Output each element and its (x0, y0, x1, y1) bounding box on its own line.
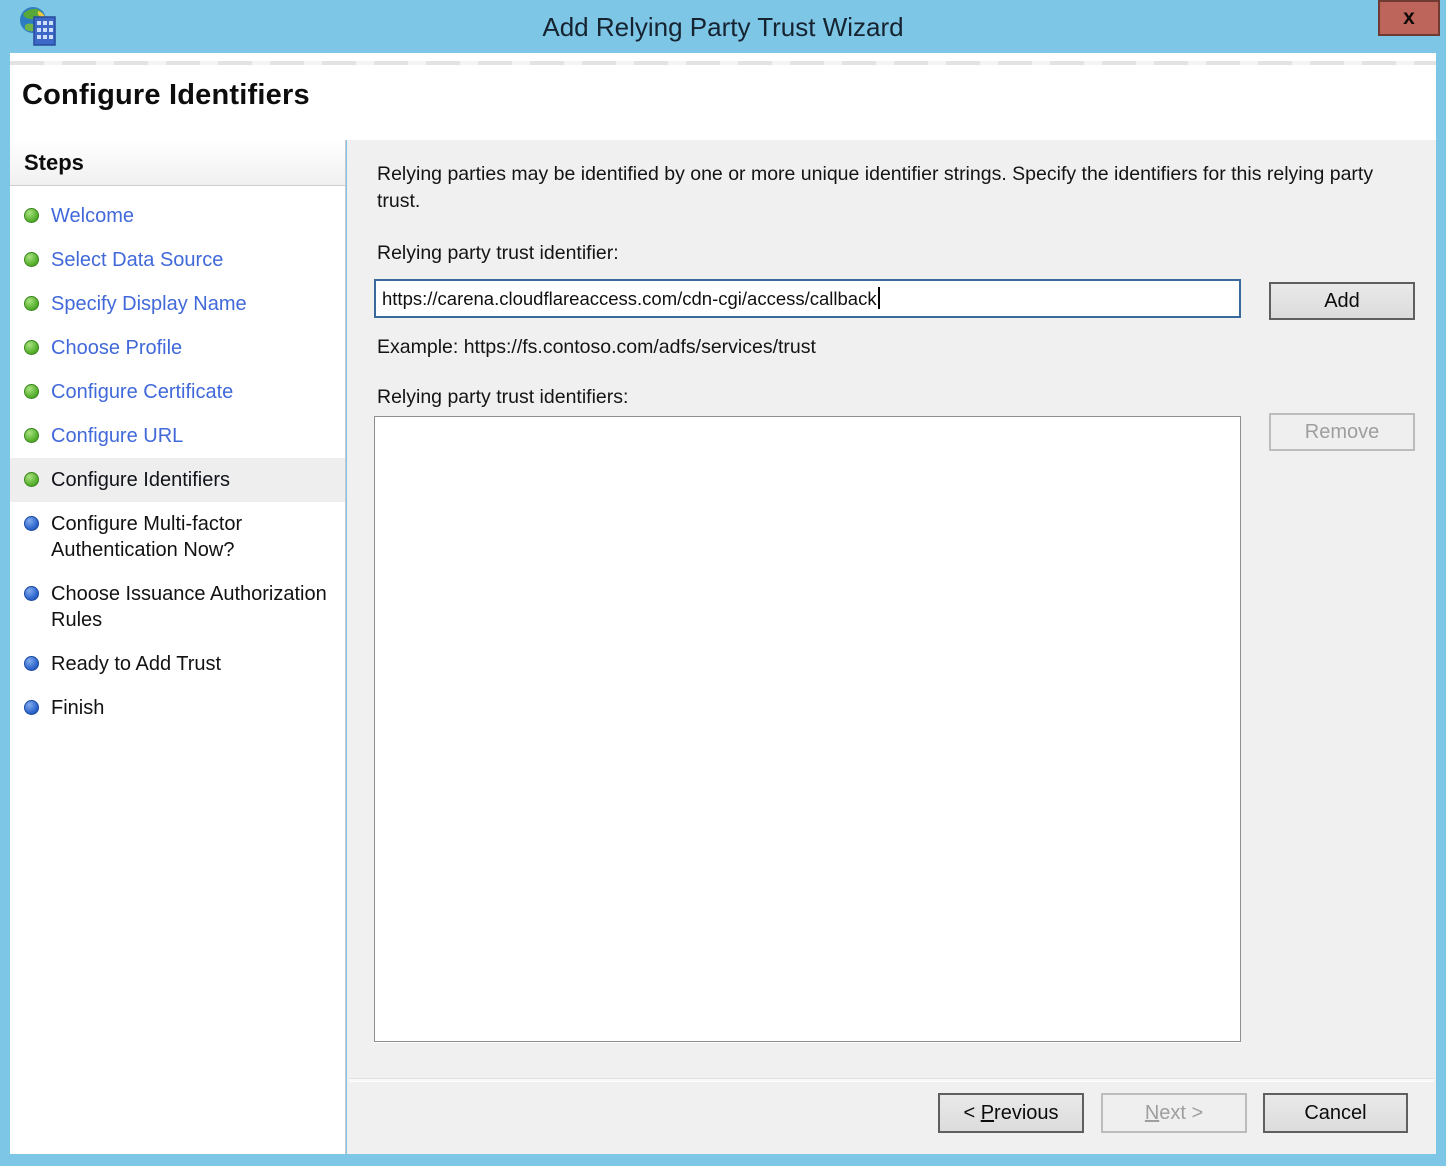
step-finish: Finish (10, 686, 345, 730)
window-titlebar[interactable]: Add Relying Party Trust Wizard x (0, 0, 1446, 53)
step-label: Configure URL (51, 423, 183, 449)
steps-list: Welcome Select Data Source Specify Displ… (10, 186, 345, 730)
identifiers-list-label: Relying party trust identifiers: (377, 386, 628, 409)
previous-button[interactable]: < Previous (938, 1093, 1084, 1133)
identifier-label: Relying party trust identifier: (377, 242, 619, 265)
step-configure-multi-factor-authentication-now: Configure Multi-factor Authentication No… (10, 502, 345, 572)
step-status-icon (24, 384, 39, 399)
step-label: Specify Display Name (51, 291, 247, 317)
wizard-window: Add Relying Party Trust Wizard x Configu… (0, 0, 1446, 1166)
step-label: Choose Issuance Authorization Rules (51, 581, 339, 633)
footer-separator (349, 1078, 1434, 1082)
step-label: Configure Identifiers (51, 467, 230, 493)
remove-button[interactable]: Remove (1269, 413, 1415, 451)
wizard-header: Configure Identifiers (10, 53, 1436, 140)
step-status-icon (24, 340, 39, 355)
step-configure-url: Configure URL (10, 414, 345, 458)
step-label: Welcome (51, 203, 134, 229)
step-status-icon (24, 656, 39, 671)
steps-sidebar: Steps Welcome Select Data Source Specify… (10, 140, 346, 1154)
step-status-icon (24, 586, 39, 601)
step-choose-profile: Choose Profile (10, 326, 345, 370)
wizard-body: Steps Welcome Select Data Source Specify… (10, 140, 1436, 1154)
step-welcome: Welcome (10, 194, 345, 238)
next-button[interactable]: Next > (1101, 1093, 1247, 1133)
add-button[interactable]: Add (1269, 282, 1415, 320)
step-status-icon (24, 700, 39, 715)
identifiers-listbox[interactable] (374, 416, 1241, 1042)
identifier-input[interactable]: https://carena.cloudflareaccess.com/cdn-… (374, 279, 1241, 318)
step-choose-issuance-authorization-rules: Choose Issuance Authorization Rules (10, 572, 345, 642)
main-panel: Relying parties may be identified by one… (347, 140, 1436, 1154)
step-select-data-source: Select Data Source (10, 238, 345, 282)
step-configure-identifiers: Configure Identifiers (10, 458, 345, 502)
cancel-button[interactable]: Cancel (1263, 1093, 1408, 1133)
text-caret (878, 287, 880, 309)
step-status-icon (24, 428, 39, 443)
step-ready-to-add-trust: Ready to Add Trust (10, 642, 345, 686)
step-status-icon (24, 296, 39, 311)
steps-header: Steps (10, 140, 345, 186)
step-status-icon (24, 252, 39, 267)
step-label: Ready to Add Trust (51, 651, 221, 677)
step-label: Choose Profile (51, 335, 182, 361)
close-button[interactable]: x (1378, 0, 1440, 36)
page-title: Configure Identifiers (22, 79, 310, 112)
step-status-icon (24, 472, 39, 487)
step-status-icon (24, 516, 39, 531)
step-label: Configure Multi-factor Authentication No… (51, 511, 339, 563)
page-description: Relying parties may be identified by one… (377, 161, 1417, 215)
step-label: Configure Certificate (51, 379, 233, 405)
example-text: Example: https://fs.contoso.com/adfs/ser… (377, 336, 816, 359)
header-texture (10, 61, 1436, 65)
step-status-icon (24, 208, 39, 223)
window-title: Add Relying Party Trust Wizard (0, 12, 1446, 43)
identifier-input-value: https://carena.cloudflareaccess.com/cdn-… (382, 288, 877, 309)
step-label: Select Data Source (51, 247, 223, 273)
steps-title: Steps (10, 140, 345, 176)
step-specify-display-name: Specify Display Name (10, 282, 345, 326)
step-configure-certificate: Configure Certificate (10, 370, 345, 414)
step-label: Finish (51, 695, 104, 721)
